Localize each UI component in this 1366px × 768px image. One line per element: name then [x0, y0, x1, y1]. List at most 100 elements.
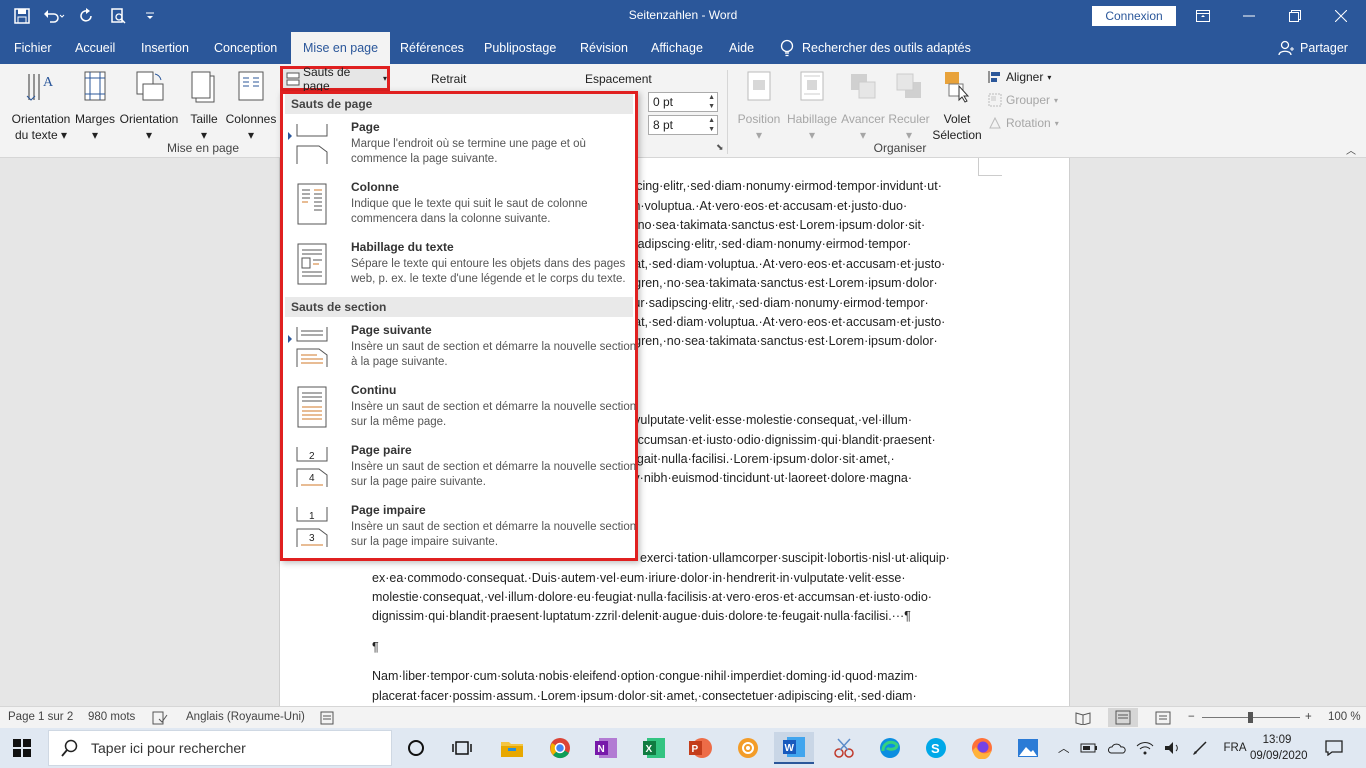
- doc-line: Nam·liber·tempor·cum·soluta·nobis·eleife…: [372, 669, 919, 683]
- snipping-tool-icon[interactable]: [824, 732, 864, 764]
- menu-item-odd-page[interactable]: 13 Page impaire Insère un saut de sectio…: [285, 499, 636, 557]
- group-objects-button[interactable]: Grouper ▾: [988, 93, 1058, 107]
- onedrive-icon[interactable]: [1107, 742, 1126, 754]
- dialog-launcher-icon[interactable]: ⬊: [716, 142, 724, 153]
- powerpoint-icon[interactable]: P: [680, 732, 720, 764]
- collapse-ribbon-icon[interactable]: ︿: [1346, 142, 1356, 157]
- spinner-arrows-icon[interactable]: ▲ ▼: [708, 116, 715, 134]
- menu-item-next-page[interactable]: Page suivante Insère un saut de section …: [285, 319, 636, 377]
- orientation-button[interactable]: Orientation ▾: [118, 70, 180, 143]
- tab-fichier[interactable]: Fichier: [14, 32, 52, 64]
- bring-forward-icon: [851, 74, 876, 99]
- tab-affichage[interactable]: Affichage: [651, 32, 703, 64]
- spinner-arrows-icon[interactable]: ▲ ▼: [708, 93, 715, 111]
- menu-item-text-wrapping[interactable]: Habillage du texte Sépare le texte qui e…: [285, 236, 633, 294]
- excel-icon[interactable]: X: [634, 732, 674, 764]
- zoom-out-icon[interactable]: −: [1188, 711, 1195, 723]
- file-explorer-icon[interactable]: [492, 732, 532, 764]
- onenote-icon[interactable]: N: [586, 732, 626, 764]
- tab-references[interactable]: Références: [400, 32, 464, 64]
- tab-publipostage[interactable]: Publipostage: [484, 32, 556, 64]
- search-icon: [61, 739, 78, 757]
- taskbar-search-box[interactable]: Taper ici pour rechercher: [48, 730, 392, 766]
- odd-page-section-icon: 13: [296, 507, 328, 547]
- language[interactable]: Anglais (Royaume-Uni): [186, 711, 305, 723]
- accessibility-icon[interactable]: [320, 711, 334, 728]
- align-icon: [988, 71, 1000, 83]
- align-button[interactable]: Aligner ▾: [988, 70, 1051, 84]
- menu-item-column[interactable]: Colonne Indique que le texte qui suit le…: [285, 176, 633, 234]
- page-breaks-button[interactable]: Sauts de page ▾: [280, 65, 390, 93]
- windows-start-icon[interactable]: [2, 732, 42, 764]
- minimize-icon[interactable]: [1226, 0, 1272, 32]
- wifi-icon[interactable]: [1136, 741, 1154, 755]
- zoom-in-icon[interactable]: +: [1305, 711, 1312, 723]
- chevron-up-icon[interactable]: ︿: [1058, 740, 1070, 756]
- wrap-text-button[interactable]: Habillage ▾: [784, 70, 840, 143]
- read-mode-icon[interactable]: [1075, 711, 1091, 728]
- group-label-mise-en-page: Mise en page: [166, 141, 240, 155]
- word-icon[interactable]: W: [774, 732, 814, 764]
- menu-item-description: Sépare le texte qui entoure les objets d…: [351, 258, 626, 285]
- tab-aide[interactable]: Aide: [729, 32, 754, 64]
- cortana-icon[interactable]: [396, 732, 436, 764]
- task-view-icon[interactable]: [442, 732, 482, 764]
- customize-qat-icon[interactable]: [136, 2, 164, 30]
- battery-icon[interactable]: [1080, 742, 1098, 754]
- settings-gear-icon[interactable]: [728, 732, 768, 764]
- close-icon[interactable]: [1318, 0, 1364, 32]
- connexion-button[interactable]: Connexion: [1092, 6, 1176, 26]
- spacing-before-input[interactable]: 0 pt ▲ ▼: [648, 92, 718, 112]
- clock[interactable]: 13:09 09/09/2020: [1250, 732, 1308, 764]
- zoom-level[interactable]: 100 %: [1328, 711, 1361, 723]
- tab-revision[interactable]: Révision: [580, 32, 628, 64]
- selection-pane-button[interactable]: Volet Sélection: [932, 70, 982, 143]
- photos-icon[interactable]: [1008, 732, 1048, 764]
- tab-insertion[interactable]: Insertion: [141, 32, 189, 64]
- redo-icon[interactable]: [72, 2, 100, 30]
- menu-item-page[interactable]: Page Marque l'endroit où se termine une …: [285, 116, 633, 174]
- text-direction-button[interactable]: A Orientation du texte ▾: [8, 70, 74, 143]
- tab-accueil[interactable]: Accueil: [75, 32, 115, 64]
- print-layout-icon[interactable]: [1108, 708, 1138, 727]
- menu-item-continuous[interactable]: Continu Insère un saut de section et dém…: [285, 379, 636, 437]
- firefox-icon[interactable]: [962, 732, 1002, 764]
- search-tools[interactable]: Rechercher des outils adaptés: [780, 32, 971, 64]
- input-language[interactable]: FRA: [1218, 742, 1253, 754]
- size-button[interactable]: Taille ▾: [186, 70, 222, 143]
- ribbon-display-options-icon[interactable]: [1180, 0, 1226, 32]
- margins-button[interactable]: Marges ▾: [74, 70, 116, 143]
- zoom-slider-thumb[interactable]: [1248, 712, 1253, 723]
- word-count[interactable]: 980 mots: [88, 711, 135, 723]
- volume-icon[interactable]: [1164, 741, 1182, 755]
- print-preview-icon[interactable]: [104, 2, 132, 30]
- doc-line: r·sadipscing·elitr,·sed·diam·nonumy·eirm…: [623, 237, 912, 251]
- share-button[interactable]: Partager: [1278, 32, 1348, 64]
- group-icon: [988, 93, 1002, 107]
- tab-mise-en-page[interactable]: Mise en page: [291, 32, 391, 64]
- position-button[interactable]: Position ▾: [736, 70, 782, 143]
- notifications-icon[interactable]: [1314, 732, 1354, 764]
- web-layout-icon[interactable]: [1155, 711, 1171, 728]
- bring-forward-button[interactable]: Avancer ▾: [840, 70, 886, 143]
- proofing-icon[interactable]: [152, 711, 168, 728]
- save-icon[interactable]: [8, 2, 36, 30]
- page-count[interactable]: Page 1 sur 2: [8, 711, 73, 723]
- svg-text:X: X: [646, 744, 653, 755]
- menu-item-description: Insère un saut de section et démarre la …: [351, 521, 637, 548]
- spacing-after-input[interactable]: 8 pt ▲ ▼: [648, 115, 718, 135]
- pen-icon[interactable]: [1192, 740, 1208, 756]
- undo-icon[interactable]: [40, 2, 68, 30]
- rotate-button[interactable]: Rotation ▾: [988, 116, 1059, 130]
- send-backward-button[interactable]: Reculer ▾: [886, 70, 932, 143]
- chrome-icon[interactable]: [540, 732, 580, 764]
- edge-icon[interactable]: [870, 732, 910, 764]
- restore-icon[interactable]: [1272, 0, 1318, 32]
- menu-item-title: Page suivante: [351, 323, 432, 337]
- tab-conception[interactable]: Conception: [214, 32, 277, 64]
- doc-line: placerat·facer·possim·assum.·Lorem·ipsum…: [372, 689, 917, 703]
- columns-button[interactable]: Colonnes ▾: [224, 70, 278, 143]
- menu-item-title: Page paire: [351, 443, 412, 457]
- menu-item-even-page[interactable]: 24 Page paire Insère un saut de section …: [285, 439, 636, 497]
- skype-icon[interactable]: S: [916, 732, 956, 764]
